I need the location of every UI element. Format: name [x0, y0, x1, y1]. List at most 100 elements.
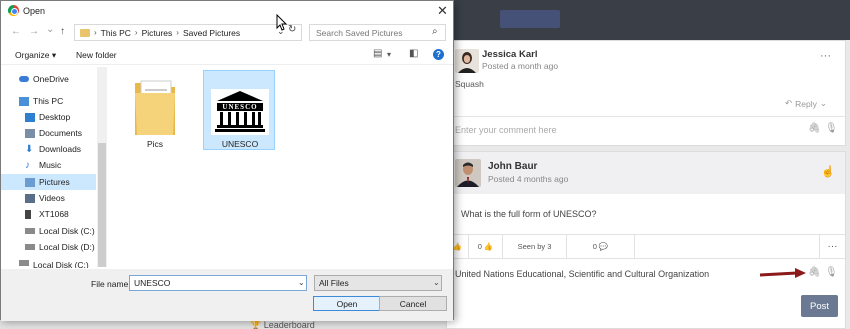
- chevron-down-icon[interactable]: ▾: [387, 50, 391, 59]
- recent-locations-button[interactable]: ⌄: [46, 24, 54, 35]
- more-options-button[interactable]: ···: [820, 235, 845, 258]
- attachment-icon[interactable]: 🖇: [808, 267, 821, 278]
- folder-icon: [135, 80, 175, 135]
- comment-input[interactable]: Enter your comment here: [455, 125, 557, 135]
- comment-input[interactable]: United Nations Educational, Scientific a…: [455, 269, 709, 279]
- navigation-pane: OneDrive This PC Desktop Documents ⬇ Down…: [1, 67, 108, 268]
- post-button[interactable]: Post: [801, 295, 838, 317]
- thumbs-up-icon: 👍: [452, 242, 463, 251]
- dialog-toolbar: Organize ▾ New folder ▤ ▾ ◧ ?: [1, 45, 453, 65]
- trophy-icon: 🏆: [250, 320, 262, 329]
- post-card: John Baur Posted 4 months ago ☝ What is …: [446, 151, 846, 329]
- back-button[interactable]: ←: [11, 26, 21, 37]
- chevron-down-icon[interactable]: ⌄: [298, 278, 305, 287]
- unesco-logo-text: UNESCO: [222, 103, 258, 111]
- nav-item-local-disk-c[interactable]: Local Disk (C:): [1, 223, 96, 239]
- avatar: [455, 159, 481, 187]
- address-bar[interactable]: › This PC › Pictures › Saved Pictures ⌄: [74, 24, 302, 41]
- file-item-pics[interactable]: Pics: [119, 71, 191, 151]
- avatar: [455, 49, 479, 73]
- search-icon: ⌕: [432, 26, 438, 37]
- file-label: Pics: [146, 139, 164, 149]
- file-type-select[interactable]: All Files: [314, 275, 442, 291]
- comment-author[interactable]: Jessica Karl: [482, 49, 537, 60]
- music-icon: ♪: [25, 159, 30, 171]
- computer-icon: [19, 96, 29, 106]
- hand-pointer-icon[interactable]: ☝: [821, 165, 835, 178]
- cloud-icon: [19, 76, 29, 82]
- organize-menu[interactable]: Organize ▾: [15, 50, 56, 61]
- nav-scrollbar-thumb[interactable]: [98, 143, 106, 267]
- comment-card: Jessica Karl Posted a month ago ··· Squa…: [446, 40, 846, 146]
- nav-item-documents[interactable]: Documents: [1, 125, 96, 141]
- nav-item-xt1068[interactable]: XT1068: [1, 206, 96, 222]
- videos-icon: [25, 193, 35, 203]
- post-author[interactable]: John Baur: [488, 161, 537, 172]
- file-name-label: File name:: [91, 279, 131, 289]
- new-folder-button[interactable]: New folder: [76, 50, 117, 60]
- action-spacer: [635, 235, 820, 258]
- unesco-logo-thumbnail: [211, 89, 269, 135]
- navigation-bar: ← → ⌄ ↑ › This PC › Pictures › Saved Pic…: [1, 21, 453, 45]
- refresh-icon[interactable]: ↻: [288, 24, 296, 35]
- disk-icon: [25, 244, 35, 250]
- downloads-icon: ⬇: [25, 143, 34, 155]
- search-input[interactable]: Search Saved Pictures ⌕: [309, 24, 446, 41]
- chevron-down-icon[interactable]: ⌄: [433, 278, 440, 287]
- comment-text: Squash: [455, 79, 484, 89]
- breadcrumb-saved-pictures[interactable]: Saved Pictures: [183, 28, 240, 38]
- nav-item-local-disk-d[interactable]: Local Disk (D:): [1, 239, 96, 255]
- breadcrumb-this-pc[interactable]: This PC: [101, 28, 131, 38]
- post-timestamp: Posted 4 months ago: [488, 174, 569, 184]
- nav-item-onedrive[interactable]: OneDrive: [1, 71, 96, 87]
- file-name-input[interactable]: UNESCO: [129, 275, 307, 291]
- close-button[interactable]: ✕: [437, 3, 448, 19]
- attachment-icon[interactable]: 🖇: [808, 123, 821, 134]
- nav-item-pictures[interactable]: Pictures: [1, 174, 96, 190]
- desktop-icon: [25, 112, 35, 122]
- file-list: Pics UNESCO UNESCO: [109, 67, 453, 267]
- reply-icon: ↶: [785, 98, 793, 108]
- like-count[interactable]: 0 👍: [469, 235, 503, 258]
- breadcrumb-pictures[interactable]: Pictures: [142, 28, 173, 38]
- documents-icon: [25, 128, 35, 138]
- comment-timestamp: Posted a month ago: [482, 61, 559, 71]
- divider: [447, 116, 845, 117]
- file-label: UNESCO: [221, 139, 259, 149]
- thumbs-up-icon: 👍: [483, 242, 494, 251]
- pictures-icon: [25, 177, 35, 187]
- disk-icon: [25, 228, 35, 234]
- view-options-icon[interactable]: ▤: [373, 48, 382, 59]
- preview-pane-icon[interactable]: ◧: [409, 48, 418, 59]
- nav-item-videos[interactable]: Videos: [1, 190, 96, 206]
- arrow-annotation: [759, 268, 806, 278]
- phone-icon: [25, 209, 31, 219]
- folder-icon: [80, 28, 90, 37]
- file-item-unesco[interactable]: UNESCO UNESCO: [203, 70, 275, 150]
- dialog-title: Open: [23, 6, 46, 16]
- microphone-icon[interactable]: 🎙: [825, 123, 838, 134]
- post-actions: 👍 0 👍 Seen by 3 0 💬 ···: [447, 234, 845, 259]
- forward-button[interactable]: →: [29, 26, 39, 37]
- cancel-button[interactable]: Cancel: [379, 296, 447, 311]
- chrome-icon: [8, 5, 19, 16]
- file-open-dialog: Open ✕ ← → ⌄ ↑ › This PC › Pictures › Sa…: [0, 0, 454, 321]
- leaderboard-link[interactable]: 🏆 Leaderboard: [250, 320, 315, 329]
- nav-item-downloads[interactable]: ⬇ Downloads: [1, 141, 96, 157]
- microphone-icon[interactable]: 🎙: [825, 267, 838, 278]
- up-button[interactable]: ↑: [60, 26, 65, 37]
- open-button[interactable]: Open: [313, 296, 381, 311]
- nav-item-local-disk-c-2[interactable]: Local Disk (C:): [1, 260, 96, 268]
- nav-item-desktop[interactable]: Desktop: [1, 109, 96, 125]
- mouse-cursor-icon: [276, 14, 288, 31]
- comment-count[interactable]: 0 💬: [567, 235, 635, 258]
- help-button[interactable]: ?: [433, 49, 444, 60]
- more-options-button[interactable]: ···: [820, 50, 831, 62]
- disk-icon: [19, 260, 29, 266]
- seen-by[interactable]: Seen by 3: [503, 235, 567, 258]
- nav-item-this-pc[interactable]: This PC: [1, 93, 96, 109]
- app-logo: [500, 10, 560, 28]
- nav-item-music[interactable]: ♪ Music: [1, 157, 96, 173]
- post-question: What is the full form of UNESCO?: [461, 209, 597, 219]
- reply-button[interactable]: ↶ Reply ⌄: [785, 98, 827, 109]
